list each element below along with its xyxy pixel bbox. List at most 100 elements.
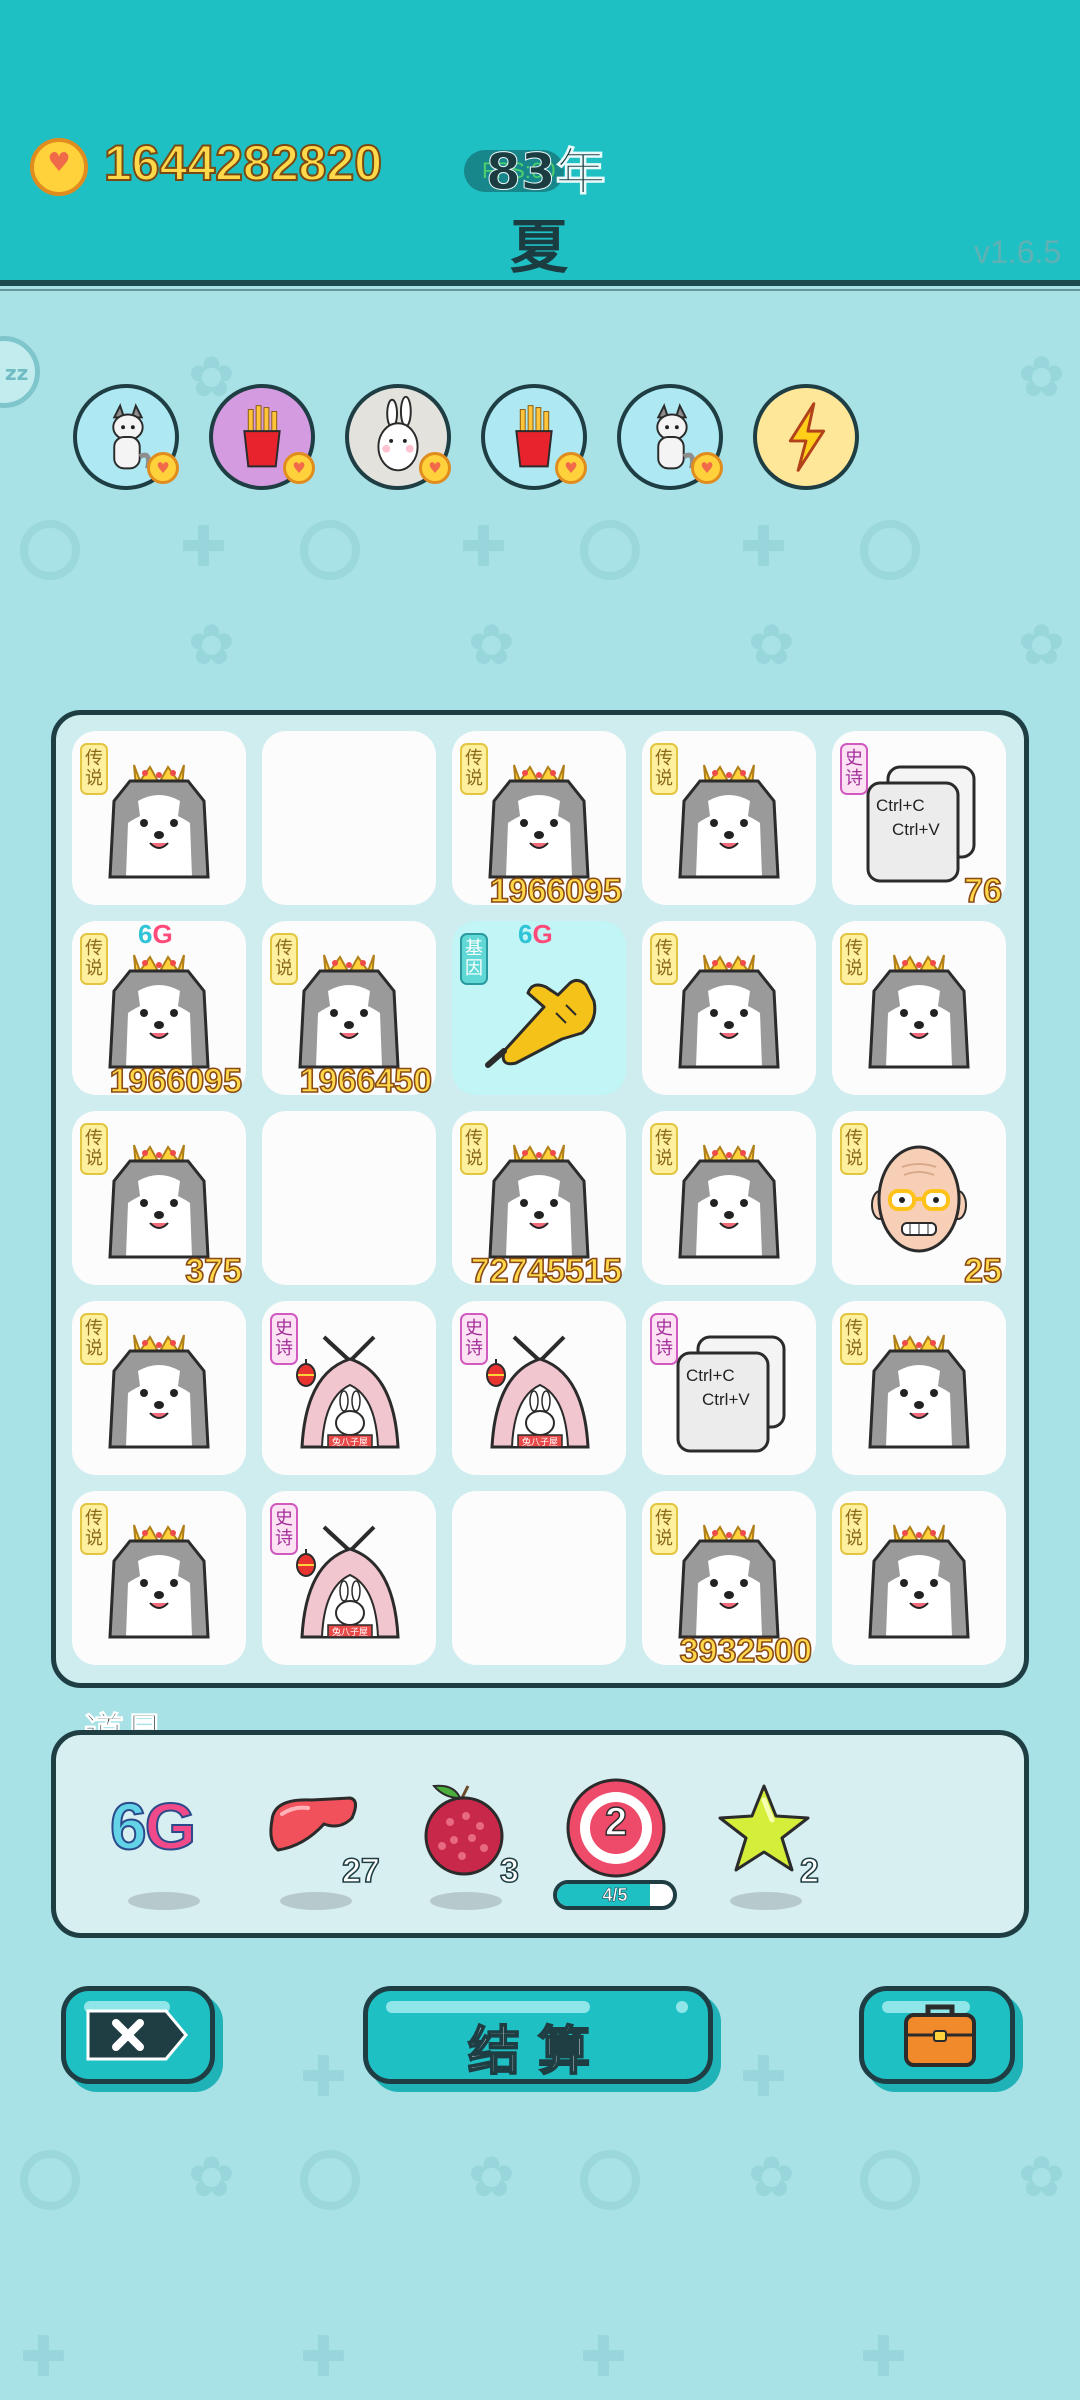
buff-husky[interactable]: ♥ [73,384,179,490]
cell-value: 76 [963,871,1002,911]
buff-rabbit[interactable]: ♥ [345,384,451,490]
target-progress-bar: 4/5 [553,1880,677,1910]
tent-sign: 兔八子屋 [522,1436,558,1448]
board-cell[interactable]: 传说 3932500 [642,1491,816,1671]
buff-lightning[interactable] [753,384,859,490]
settle-button[interactable]: 结算 [363,1986,713,2084]
copy-text-1: Ctrl+C [876,796,925,815]
board-cell[interactable]: 兔八子屋 史诗 [262,1491,436,1665]
6g-badge: 6G [138,919,173,949]
rarity-tag: 传说 [80,933,108,985]
board-cell[interactable]: 兔八子屋 史诗 [452,1301,626,1475]
rarity-tag: 传说 [80,1123,108,1175]
board-cell[interactable]: 传说 [72,731,246,905]
flower-deco: ✿ [188,613,235,678]
board-cell[interactable]: 传说 25 [832,1111,1006,1291]
flower-deco: ✿ [468,2145,515,2210]
cross-deco: ✚ [740,2045,787,2110]
board-cell[interactable]: 传说 [72,1491,246,1665]
rarity-tag: 传说 [270,933,298,985]
settle-button-label: 结算 [467,2021,608,2083]
rarity-tag: 史诗 [840,743,868,795]
sleep-button[interactable]: zz [0,336,40,408]
board-cell[interactable]: 传说 375 [72,1111,246,1291]
board-cell-empty[interactable] [262,1111,436,1285]
board-cell[interactable]: Ctrl+C Ctrl+V 史诗 [642,1301,816,1475]
board-cell[interactable]: 传说 [72,1301,246,1475]
flower-deco: ✿ [1018,613,1065,678]
rarity-tag: 传说 [80,1503,108,1555]
delete-button[interactable] [61,1986,215,2084]
prop-target[interactable]: 2 [564,1776,668,1880]
board-cell[interactable]: 传说 1966450 [262,921,436,1101]
board-cell[interactable]: 传说 1966095 [452,731,626,911]
prop-6g-letter: G [144,1788,197,1864]
rarity-tag: 传说 [650,1123,678,1175]
bag-button[interactable] [859,1986,1015,2084]
flower-deco: ✿ [748,613,795,678]
copy-text-1: Ctrl+C [686,1366,735,1385]
heart-badge-icon: ♥ [419,452,451,484]
board-cell[interactable]: 传说 6G 1966095 [72,919,246,1101]
cell-value: 3932500 [679,1631,813,1671]
board-cell[interactable]: 传说 [642,1111,816,1285]
buff-fries-2[interactable]: ♥ [481,384,587,490]
coin-icon [30,138,88,196]
board-cell[interactable]: 传说 [642,921,816,1095]
board-cell[interactable]: 传说 [642,731,816,905]
prop-6g-digit: 6 [109,1788,148,1864]
cross-deco: ✚ [20,2325,67,2390]
board-cell-empty[interactable] [262,731,436,905]
lychee-icon [424,1784,504,1876]
merge-board: 传说传说 1966095 传说 Ctrl+C Ctrl+V 史诗 76 传说 6G 1966095… [51,710,1029,1688]
prop-star[interactable] [714,1780,814,1876]
cross-deco: ✚ [300,2045,347,2110]
ring-deco [300,2150,360,2210]
ring-deco [580,2150,640,2210]
heart-badge-icon: ♥ [147,452,179,484]
rarity-tag: 史诗 [270,1503,298,1555]
lightning-icon [788,402,826,472]
cross-deco: ✚ [580,2325,627,2390]
target-badge: 2 [604,1799,628,1844]
board-cell[interactable]: 兔八子屋 史诗 [262,1301,436,1475]
props-panel [51,1730,1029,1938]
rarity-tag: 传说 [80,1313,108,1365]
cross-deco: ✚ [300,2325,347,2390]
board-cell[interactable]: 传说 [832,921,1006,1095]
board-cell[interactable]: 传说 [832,1301,1006,1475]
rarity-tag: 史诗 [650,1313,678,1365]
prop-6g[interactable]: 6G [109,1788,197,1864]
prop-shadow [730,1892,802,1910]
ring-deco [300,520,360,580]
rarity-tag: 传说 [840,1123,868,1175]
6g-badge: 6G [518,919,553,949]
rarity-tag: 传说 [650,743,678,795]
rarity-tag: 传说 [840,1313,868,1365]
flower-deco: ✿ [468,613,515,678]
cell-value: 1966095 [109,1061,243,1101]
board-cell[interactable]: Ctrl+C Ctrl+V 史诗 76 [832,731,1006,911]
tent-sign: 兔八子屋 [332,1626,368,1638]
board-cell[interactable]: 传说 [832,1491,1006,1665]
prop-shadow [430,1892,502,1910]
cell-value: 25 [963,1251,1002,1291]
rarity-tag: 传说 [840,1503,868,1555]
heart-badge-icon: ♥ [283,452,315,484]
sleep-label: zz [5,361,29,385]
prop-star-count: 2 [799,1851,820,1891]
buff-fries[interactable]: ♥ [209,384,315,490]
board-cell[interactable]: 传说 72745515 [452,1111,626,1291]
board-cell[interactable]: 基因 6G [452,919,626,1095]
cell-value: 1966095 [489,871,623,911]
cell-value: 1966450 [299,1061,433,1101]
cross-deco: ✚ [180,515,227,580]
year-label: 83年 [486,143,607,202]
copy-text-2: Ctrl+V [702,1390,750,1409]
ring-deco [860,2150,920,2210]
cross-deco: ✚ [740,515,787,580]
board-cell-empty[interactable] [452,1491,626,1665]
buff-husky-2[interactable]: ♥ [617,384,723,490]
prop-lychee[interactable] [414,1776,514,1880]
header-divider-thin [0,289,1080,291]
